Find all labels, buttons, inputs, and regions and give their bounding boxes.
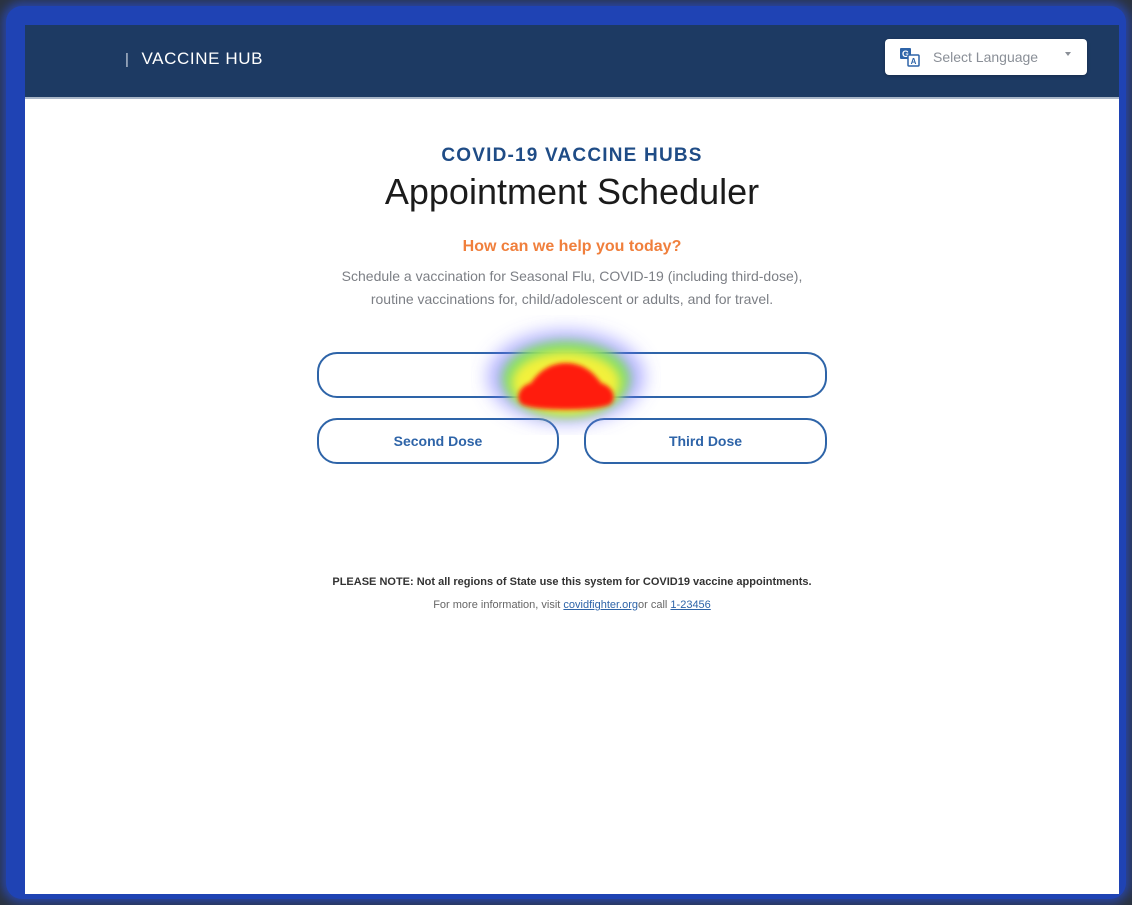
description-line-2: routine vaccinations for, child/adolesce… <box>370 291 774 307</box>
language-select-placeholder: Select Language <box>933 49 1039 65</box>
more-info-prefix: For more information, visit <box>433 599 564 611</box>
brand[interactable]: | VACCINE HUB <box>125 49 263 69</box>
help-question: How can we help you today? <box>462 238 682 255</box>
second-dose-button[interactable]: Second Dose <box>317 418 559 464</box>
translate-icon: G A <box>899 47 921 67</box>
language-select[interactable]: G A Select Language <box>885 39 1087 75</box>
page-kicker: COVID-19 VACCINE HUBS <box>441 145 703 166</box>
page-description: Schedule a vaccination for Seasonal Flu,… <box>25 265 1119 311</box>
third-dose-button[interactable]: Third Dose <box>584 418 827 464</box>
brand-name: VACCINE HUB <box>141 49 264 68</box>
covidfighter-link[interactable]: covidfighter.org <box>563 599 638 611</box>
screenshot-frame: | VACCINE HUB G A Select Language COVID-… <box>6 6 1126 899</box>
brand-divider: | <box>125 50 130 68</box>
phone-link[interactable]: 1-23456 <box>670 599 710 611</box>
top-header: | VACCINE HUB G A Select Language <box>25 25 1119 99</box>
more-info-middle: or call <box>638 599 671 611</box>
svg-text:A: A <box>911 57 917 66</box>
page: | VACCINE HUB G A Select Language COVID-… <box>25 25 1119 894</box>
please-note: PLEASE NOTE: Not all regions of State us… <box>332 576 812 588</box>
chevron-down-icon <box>1065 52 1071 56</box>
more-info: For more information, visit covidfighter… <box>25 599 1119 611</box>
page-title: Appointment Scheduler <box>384 171 760 212</box>
first-dose-button[interactable] <box>317 352 827 398</box>
description-line-1: Schedule a vaccination for Seasonal Flu,… <box>341 268 803 284</box>
